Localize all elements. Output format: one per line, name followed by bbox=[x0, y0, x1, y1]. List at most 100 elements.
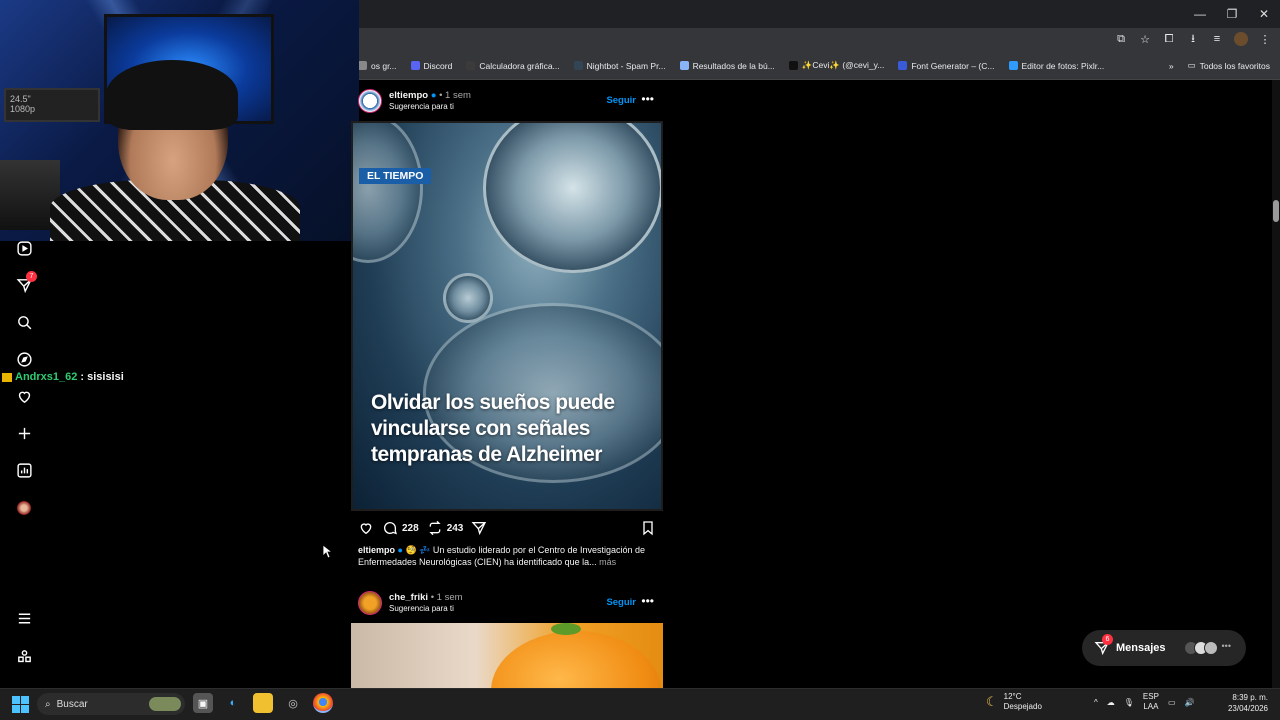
bookmark-label: Calculadora gráfica... bbox=[479, 60, 560, 71]
menu-icon[interactable]: ⋮ bbox=[1258, 32, 1272, 46]
bookmark-icon bbox=[643, 521, 653, 536]
post-avatar[interactable] bbox=[358, 591, 382, 615]
restore-button[interactable]: ❐ bbox=[1216, 0, 1248, 28]
install-app-icon[interactable]: ⧉ bbox=[1114, 32, 1128, 46]
network-icon[interactable]: ▭ bbox=[1168, 698, 1176, 707]
leaf bbox=[551, 623, 581, 635]
post-header: che_friki • 1 sem Sugerencia para ti Seg… bbox=[358, 591, 662, 617]
weather-desc: Despejado bbox=[1003, 702, 1042, 711]
bookmark-item[interactable]: Font Generator – (C... bbox=[898, 60, 995, 71]
bookmarks-more-icon[interactable]: » bbox=[1169, 61, 1174, 71]
clock-time: 8:39 p. m. bbox=[1232, 693, 1268, 702]
search-icon: ⌕ bbox=[45, 698, 51, 710]
chevron-up-icon[interactable]: ^ bbox=[1094, 698, 1098, 707]
bookmark-item[interactable]: Nightbot - Spam Pr... bbox=[573, 60, 666, 71]
bookmark-item[interactable]: Discord bbox=[410, 60, 452, 71]
bookmark-favicon-icon bbox=[679, 61, 689, 70]
bookmark-item[interactable]: Resultados de la bú... bbox=[679, 60, 775, 71]
bookmark-star-icon[interactable]: ☆ bbox=[1138, 32, 1152, 46]
repost-icon bbox=[429, 520, 441, 536]
moon-icon: ☾ bbox=[986, 694, 998, 709]
profile-avatar[interactable] bbox=[1234, 32, 1248, 46]
share-button[interactable] bbox=[471, 520, 487, 536]
avatar bbox=[1203, 641, 1218, 655]
create-icon[interactable] bbox=[14, 423, 34, 443]
post-username[interactable]: che_friki bbox=[389, 592, 428, 603]
publisher-badge: EL TIEMPO bbox=[359, 168, 432, 184]
volume-icon[interactable]: 🔊 bbox=[1185, 698, 1195, 707]
bookmark-label: os gr... bbox=[371, 60, 397, 71]
profile-avatar-icon[interactable] bbox=[14, 498, 34, 518]
all-favorites-folder[interactable]: ▭ Todos los favoritos bbox=[1188, 60, 1270, 71]
bookmark-label: Resultados de la bú... bbox=[692, 60, 775, 71]
bookmark-favicon-icon bbox=[573, 61, 583, 70]
dashboard-icon[interactable] bbox=[14, 460, 34, 480]
monitor-label: 24.5" 1080p bbox=[10, 94, 36, 114]
minimize-button[interactable]: — bbox=[1184, 0, 1216, 28]
edge-icon[interactable]: ◐ bbox=[223, 693, 243, 713]
chrome-icon[interactable] bbox=[313, 693, 333, 713]
bookmark-item[interactable]: os gr... bbox=[358, 60, 397, 71]
more-apps-icon[interactable] bbox=[14, 646, 34, 666]
close-button[interactable]: ✕ bbox=[1248, 0, 1280, 28]
explore-icon[interactable] bbox=[14, 349, 34, 369]
comment-button[interactable]: 228 bbox=[382, 520, 419, 536]
post-image[interactable] bbox=[351, 623, 663, 689]
task-view-icon[interactable]: ▣ bbox=[193, 693, 213, 713]
microphone-icon[interactable]: 🎙 bbox=[1124, 698, 1134, 707]
bookmarks-list: os gr... Discord Calculadora gráfica... Nig… bbox=[358, 60, 1104, 71]
file-explorer-icon[interactable] bbox=[253, 693, 273, 713]
follow-button[interactable]: Seguir bbox=[606, 597, 636, 608]
post-username-line: che_friki • 1 sem bbox=[389, 592, 463, 603]
weather-widget[interactable]: ☾ 12°C Despejado bbox=[986, 692, 1042, 712]
messages-button[interactable]: 6 Mensajes ••• bbox=[1082, 630, 1246, 666]
scrollbar-thumb[interactable] bbox=[1273, 200, 1279, 222]
post-avatar[interactable] bbox=[358, 89, 382, 113]
share-icon bbox=[471, 522, 487, 536]
post-username[interactable]: eltiempo bbox=[389, 90, 428, 101]
window-controls: — ❐ ✕ bbox=[1184, 0, 1280, 28]
reading-list-icon[interactable]: ≡ bbox=[1210, 32, 1224, 46]
reels-icon[interactable] bbox=[14, 238, 34, 258]
mri-scan-1 bbox=[483, 123, 661, 273]
bookmark-item[interactable]: Editor de fotos: Pixlr... bbox=[1008, 60, 1104, 71]
extensions-icon[interactable]: ⧠ bbox=[1162, 32, 1176, 46]
heart-icon[interactable] bbox=[14, 386, 34, 406]
save-button[interactable] bbox=[640, 520, 656, 539]
hamburger-menu-icon[interactable] bbox=[14, 608, 34, 628]
post-suggestion: Sugerencia para ti bbox=[389, 604, 454, 613]
search-icon[interactable] bbox=[14, 312, 34, 332]
taskbar-clock[interactable]: 8:39 p. m. 23/04/2026 bbox=[1224, 692, 1268, 714]
messages-nav-icon[interactable]: 7 bbox=[14, 271, 37, 295]
bookmark-item[interactable]: ✨Cevi✨ (@cevi_y... bbox=[788, 60, 885, 71]
search-highlight-icon bbox=[149, 697, 181, 711]
caption-username[interactable]: eltiempo bbox=[358, 545, 395, 555]
start-button[interactable] bbox=[12, 696, 29, 713]
bookmark-label: Font Generator – (C... bbox=[911, 60, 995, 71]
bookmark-item[interactable]: Calculadora gráfica... bbox=[466, 60, 560, 71]
language-indicator[interactable]: ESP LAA bbox=[1143, 692, 1159, 712]
app-icon[interactable]: ◎ bbox=[283, 693, 303, 713]
onedrive-icon[interactable]: ☁ bbox=[1107, 698, 1115, 707]
all-favorites-label: Todos los favoritos bbox=[1199, 60, 1270, 71]
webcam-overlay: 24.5" 1080p bbox=[0, 0, 359, 241]
scrollbar[interactable] bbox=[1272, 80, 1280, 688]
more-options-icon[interactable]: ••• bbox=[641, 92, 654, 106]
messages-avatars: ••• bbox=[1183, 641, 1231, 655]
bookmark-label: ✨Cevi✨ (@cevi_y... bbox=[801, 60, 885, 70]
post-header: eltiempo ● • 1 sem Sugerencia para ti Se… bbox=[358, 89, 662, 115]
lang-bottom: LAA bbox=[1143, 702, 1159, 711]
bookmarks-right: » ▭ Todos los favoritos bbox=[1169, 60, 1270, 71]
taskbar-search[interactable]: ⌕ Buscar bbox=[37, 693, 185, 715]
caption-more-link[interactable]: más bbox=[597, 557, 616, 567]
more-options-icon[interactable]: ••• bbox=[641, 594, 654, 608]
chat-text: : sisisisi bbox=[80, 371, 124, 383]
post-suggestion: Sugerencia para ti bbox=[389, 102, 454, 111]
download-icon[interactable]: ⭳ bbox=[1186, 32, 1200, 46]
post-actions: 228 243 bbox=[358, 519, 662, 537]
clock-date: 23/04/2026 bbox=[1227, 704, 1268, 713]
like-button[interactable] bbox=[358, 520, 374, 536]
follow-button[interactable]: Seguir bbox=[606, 95, 636, 106]
post-time: • 1 sem bbox=[430, 592, 463, 603]
repost-button[interactable]: 243 bbox=[427, 520, 463, 536]
